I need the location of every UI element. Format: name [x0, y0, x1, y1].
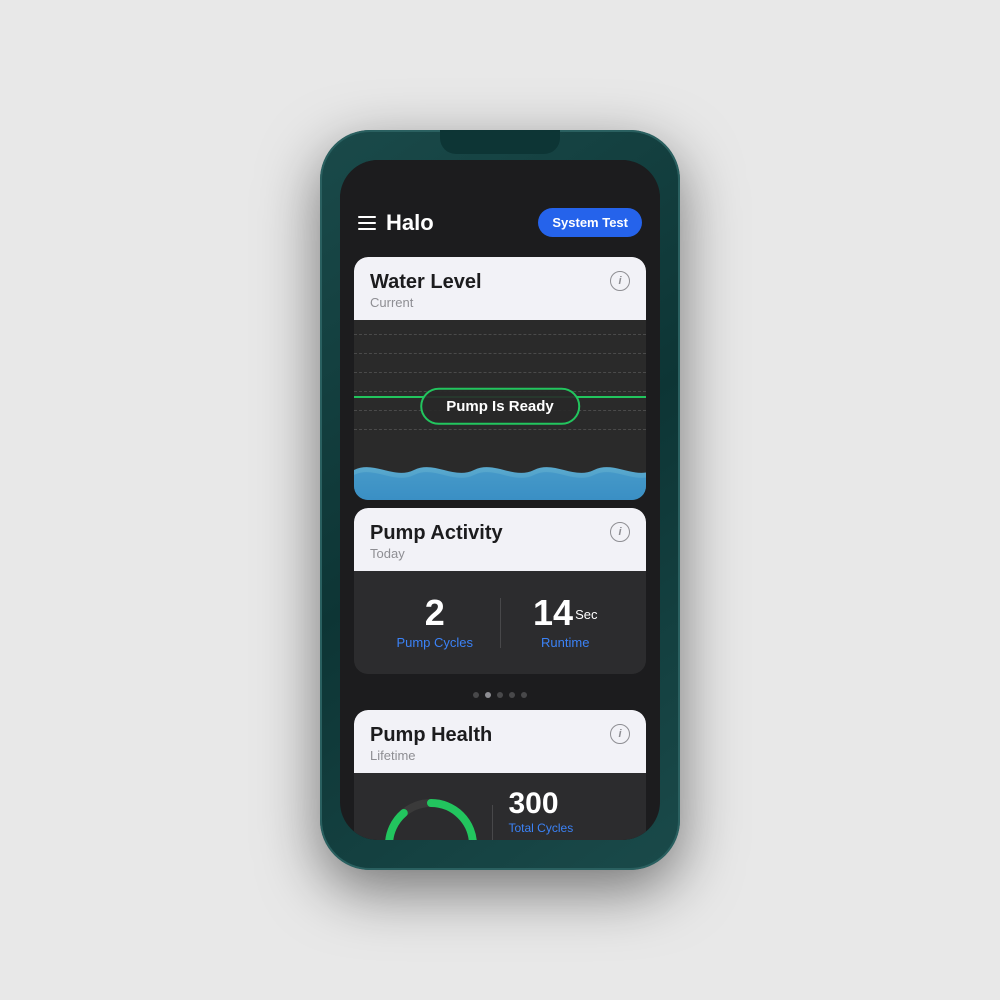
- pump-health-card: Pump Health Lifetime i Excellent: [354, 710, 646, 840]
- water-level-title: Water Level: [370, 271, 482, 294]
- runtime-unit: Sec: [575, 607, 597, 622]
- dot-3: [497, 692, 503, 698]
- dot-2: [485, 692, 491, 698]
- pump-activity-info-icon[interactable]: i: [610, 522, 630, 542]
- pump-health-body: Excellent 300 Total Cycles 35Min: [354, 773, 646, 840]
- pump-activity-title-group: Pump Activity Today: [370, 522, 503, 561]
- pump-health-title: Pump Health: [370, 724, 492, 747]
- phone-screen: Halo System Test Water Level Current i: [340, 160, 660, 840]
- health-stats: 300 Total Cycles 35Min Total Runtime: [493, 789, 631, 840]
- water-level-card-header: Water Level Current i: [354, 257, 646, 320]
- pump-activity-subtitle: Today: [370, 546, 503, 561]
- runtime-value-row: 14Sec: [501, 595, 631, 631]
- dash-line-3: [354, 372, 646, 373]
- dash-line-2: [354, 353, 646, 354]
- total-cycles-value: 300: [509, 789, 631, 819]
- runtime-value: 14: [533, 592, 573, 633]
- water-wave: [354, 450, 646, 500]
- dots-indicator: [340, 682, 660, 702]
- total-cycles-label: Total Cycles: [509, 821, 631, 835]
- app-title: Halo: [386, 210, 434, 236]
- phone-notch: [440, 130, 560, 154]
- dash-line-1: [354, 334, 646, 335]
- pump-ready-button[interactable]: Pump Is Ready: [420, 388, 580, 425]
- runtime-stat: 14Sec Runtime: [501, 587, 631, 658]
- stats-row: 2 Pump Cycles 14Sec Runtime: [370, 587, 630, 658]
- health-circle: Excellent: [381, 795, 481, 840]
- pump-cycles-label: Pump Cycles: [370, 635, 500, 650]
- pump-activity-title: Pump Activity: [370, 522, 503, 545]
- pump-health-card-header: Pump Health Lifetime i: [354, 710, 646, 773]
- dot-5: [521, 692, 527, 698]
- water-level-card: Water Level Current i Pump I: [354, 257, 646, 500]
- dot-1: [473, 692, 479, 698]
- pump-cycles-stat: 2 Pump Cycles: [370, 587, 500, 658]
- health-circle-container: Excellent: [370, 795, 492, 840]
- health-label: Excellent: [404, 838, 457, 841]
- pump-activity-body: 2 Pump Cycles 14Sec Runtime: [354, 571, 646, 674]
- pump-health-subtitle: Lifetime: [370, 748, 492, 763]
- system-test-button[interactable]: System Test: [538, 208, 642, 237]
- dash-line-6: [354, 429, 646, 430]
- pump-cycles-value: 2: [370, 595, 500, 631]
- pump-health-title-group: Pump Health Lifetime: [370, 724, 492, 763]
- dash-lines: [354, 320, 646, 444]
- dot-4: [509, 692, 515, 698]
- app-header: Halo System Test: [340, 160, 660, 249]
- water-level-title-group: Water Level Current: [370, 271, 482, 310]
- screen-content: Halo System Test Water Level Current i: [340, 160, 660, 840]
- header-left: Halo: [358, 210, 434, 236]
- total-cycles-stat: 300 Total Cycles: [509, 789, 631, 835]
- pump-health-info-icon[interactable]: i: [610, 724, 630, 744]
- water-level-info-icon[interactable]: i: [610, 271, 630, 291]
- water-level-subtitle: Current: [370, 295, 482, 310]
- water-level-body: Pump Is Ready: [354, 320, 646, 500]
- menu-icon[interactable]: [358, 216, 376, 230]
- pump-activity-card: Pump Activity Today i 2 Pump Cycles: [354, 508, 646, 674]
- runtime-label: Runtime: [501, 635, 631, 650]
- phone-frame: Halo System Test Water Level Current i: [320, 130, 680, 870]
- pump-activity-card-wrapper: Pump Activity Today i 2 Pump Cycles: [340, 508, 660, 674]
- pump-activity-card-header: Pump Activity Today i: [354, 508, 646, 571]
